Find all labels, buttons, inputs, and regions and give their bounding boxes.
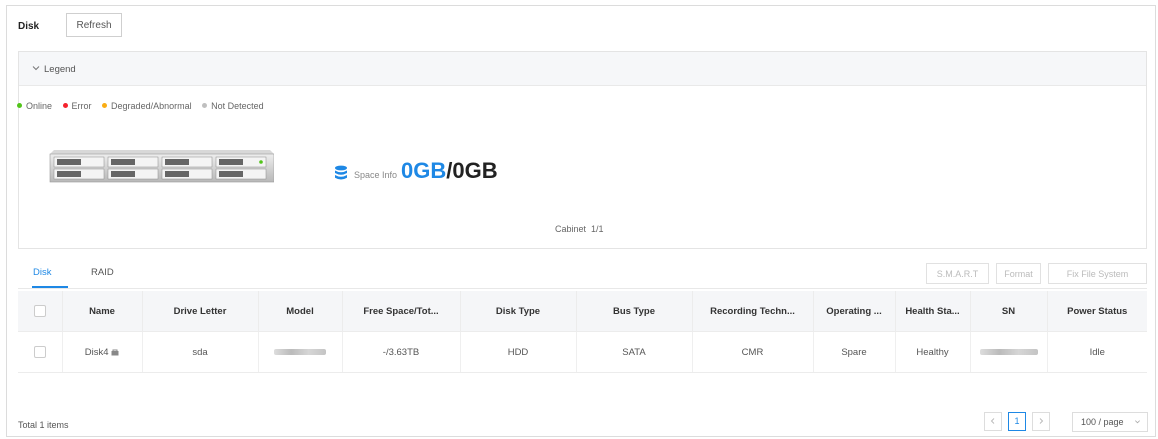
table-row[interactable]: Disk4 sda -/3.63TB HDD SATA CMR Spare He… <box>18 331 1147 373</box>
select-all-cell <box>18 291 63 332</box>
cell-power: Idle <box>1047 331 1147 373</box>
database-icon <box>335 165 347 180</box>
col-name[interactable]: Name <box>62 291 143 332</box>
col-health-status[interactable]: Health Sta... <box>895 291 971 332</box>
space-used-value: 0GB <box>401 158 447 183</box>
page-title: Disk <box>18 21 40 32</box>
cell-disk-type: HDD <box>460 331 577 373</box>
table-header-row: Name Drive Letter Model Free Space/Tot..… <box>18 291 1147 332</box>
next-page-button[interactable] <box>1032 412 1050 431</box>
sn-redacted <box>979 348 1038 355</box>
model-redacted <box>274 348 326 355</box>
active-tab-indicator <box>32 286 68 288</box>
chevron-right-icon <box>1039 418 1044 424</box>
chevron-left-icon <box>990 418 995 424</box>
error-dot-icon <box>62 103 68 108</box>
col-power-status[interactable]: Power Status <box>1047 291 1147 332</box>
cell-name: Disk4 <box>62 331 143 373</box>
row-checkbox[interactable] <box>33 346 46 358</box>
col-disk-type[interactable]: Disk Type <box>460 291 577 332</box>
cabinet-label: Cabinet <box>555 224 587 234</box>
col-operating-mode[interactable]: Operating ... <box>813 291 896 332</box>
total-items: Total 1 items <box>18 420 69 430</box>
chevron-down-icon <box>32 66 40 71</box>
select-all-checkbox[interactable] <box>33 305 46 317</box>
space-info: Space Info 0GB /0GB <box>334 158 498 184</box>
cell-bus-type: SATA <box>576 331 693 373</box>
col-model[interactable]: Model <box>258 291 343 332</box>
legend-not-detected: Not Detected <box>202 101 264 111</box>
prev-page-button[interactable] <box>984 412 1002 431</box>
cell-recording: CMR <box>692 331 814 373</box>
page-size-select[interactable]: 100 / page <box>1072 412 1148 432</box>
row-select-cell <box>18 331 63 373</box>
space-total-value: /0GB <box>446 158 498 183</box>
cell-drive-letter: sda <box>142 331 259 373</box>
page-1-button[interactable]: 1 <box>1008 412 1026 431</box>
not-detected-dot-icon <box>202 103 208 108</box>
status-legend: Online Error Degraded/Abnormal Not Detec… <box>17 100 272 111</box>
cell-sn <box>970 331 1048 373</box>
col-free-space[interactable]: Free Space/Tot... <box>342 291 461 332</box>
tab-raid[interactable]: RAID <box>91 267 114 278</box>
legend-degraded: Degraded/Abnormal <box>102 101 192 111</box>
format-button[interactable]: Format <box>996 263 1041 284</box>
chevron-down-icon <box>1135 420 1140 424</box>
col-bus-type[interactable]: Bus Type <box>576 291 693 332</box>
online-dot-icon <box>17 103 22 108</box>
cabinet-value: 1/1 <box>591 224 604 234</box>
legend-toggle[interactable]: Legend <box>19 52 1146 86</box>
disk-chassis-image <box>49 150 274 183</box>
legend-online: Online <box>17 101 52 111</box>
space-info-label: Space Info <box>354 170 398 180</box>
cell-model <box>258 331 343 373</box>
col-drive-letter[interactable]: Drive Letter <box>142 291 259 332</box>
smart-button[interactable]: S.M.A.R.T <box>926 263 989 284</box>
cell-free-space: -/3.63TB <box>342 331 461 373</box>
cell-operating: Spare <box>813 331 896 373</box>
tab-disk[interactable]: Disk <box>33 267 51 278</box>
cell-health: Healthy <box>895 331 971 373</box>
degraded-dot-icon <box>102 103 108 108</box>
legend-label: Legend <box>44 64 76 75</box>
page-size-value: 100 / page <box>1081 417 1124 427</box>
col-recording-technology[interactable]: Recording Techn... <box>692 291 814 332</box>
locked-disk-icon <box>111 349 119 355</box>
cabinet-indicator: Cabinet 1/1 <box>555 224 604 234</box>
fix-file-system-button[interactable]: Fix File System <box>1048 263 1147 284</box>
disk-table: Name Drive Letter Model Free Space/Tot..… <box>18 291 1147 373</box>
col-sn[interactable]: SN <box>970 291 1048 332</box>
legend-error: Error <box>62 101 92 111</box>
refresh-button[interactable]: Refresh <box>66 13 122 37</box>
